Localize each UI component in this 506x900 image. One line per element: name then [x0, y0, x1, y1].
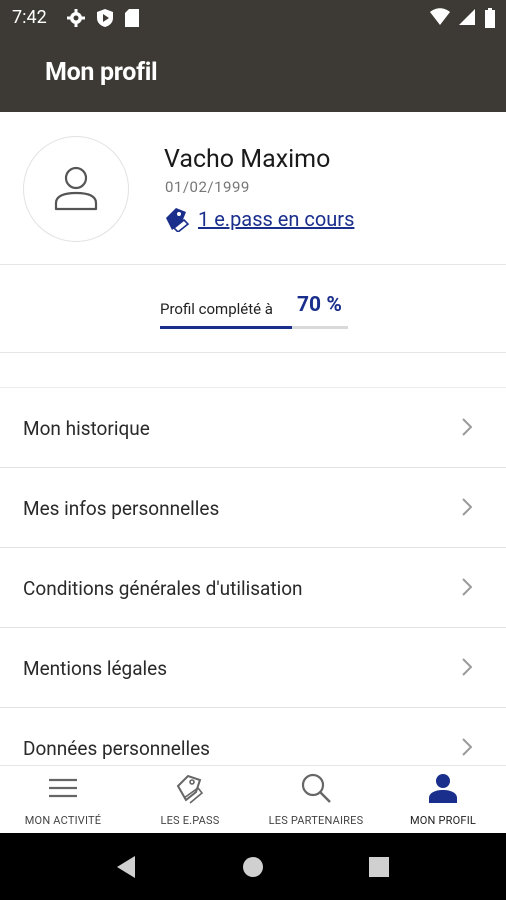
chevron-right-icon	[462, 658, 472, 676]
profile-birthdate: 01/02/1999	[165, 178, 250, 196]
chevron-right-icon	[462, 418, 472, 436]
sd-card-icon	[125, 9, 139, 27]
menu-item-label: Mes infos personnelles	[23, 497, 220, 520]
search-icon	[301, 773, 331, 803]
epass-link-label[interactable]: 1 e.pass en cours	[198, 207, 354, 231]
menu-item-mentions-legales[interactable]: Mentions légales	[0, 628, 506, 708]
back-icon[interactable]	[115, 855, 137, 879]
wifi-icon	[430, 8, 450, 25]
menu-item-label: Mon historique	[23, 417, 150, 440]
battery-icon	[485, 8, 495, 28]
section-divider	[0, 353, 506, 388]
person-icon	[429, 774, 457, 803]
menu-lines-icon	[49, 778, 77, 798]
signal-icon	[459, 9, 475, 25]
profile-header: Vacho Maximo 01/02/1999 1 e.pass en cour…	[0, 112, 506, 265]
menu-item-cgu[interactable]: Conditions générales d'utilisation	[0, 548, 506, 628]
nav-label: MON PROFIL	[409, 814, 477, 827]
menu-item-label: Données personnelles	[23, 737, 210, 760]
completion-progress-fill	[160, 326, 292, 329]
completion-progress-bar	[160, 326, 348, 329]
completion-label: Profil complété à	[160, 300, 273, 318]
chevron-right-icon	[462, 498, 472, 516]
home-icon[interactable]	[242, 856, 264, 878]
nav-label: MON ACTIVITÉ	[24, 814, 102, 827]
shield-play-icon	[97, 9, 113, 27]
status-bar: 7:42	[0, 0, 506, 36]
profile-name: Vacho Maximo	[164, 145, 331, 174]
settings-icon	[67, 9, 85, 27]
completion-value: 70 %	[297, 293, 342, 317]
nav-label: LES E.PASS	[160, 814, 220, 827]
epass-tag-icon	[166, 208, 190, 232]
profile-completion: Profil complété à 70 %	[0, 265, 506, 353]
app-bar: Mon profil	[0, 36, 506, 112]
nav-les-epass[interactable]: LES E.PASS	[127, 766, 253, 834]
recents-icon[interactable]	[369, 857, 389, 877]
chevron-right-icon	[462, 578, 472, 596]
menu-item-infos-personnelles[interactable]: Mes infos personnelles	[0, 468, 506, 548]
menu-item-label: Conditions générales d'utilisation	[23, 577, 303, 600]
nav-label: LES PARTENAIRES	[268, 814, 364, 827]
nav-mon-profil[interactable]: MON PROFIL	[380, 766, 506, 834]
menu-item-label: Mentions légales	[23, 657, 168, 680]
tag-icon	[176, 774, 204, 804]
bottom-navigation: MON ACTIVITÉ LES E.PASS LES PARTENAIRES	[0, 765, 506, 834]
epass-link[interactable]: 1 e.pass en cours	[164, 206, 354, 232]
nav-les-partenaires[interactable]: LES PARTENAIRES	[253, 766, 379, 834]
nav-mon-activite[interactable]: MON ACTIVITÉ	[0, 766, 126, 834]
person-outline-icon	[54, 166, 98, 211]
menu-item-historique[interactable]: Mon historique	[0, 388, 506, 468]
page-title: Mon profil	[45, 58, 158, 87]
avatar[interactable]	[23, 136, 129, 242]
chevron-right-icon	[462, 738, 472, 756]
profile-menu: Mon historique Mes infos personnelles Co…	[0, 388, 506, 788]
status-time: 7:42	[12, 7, 47, 28]
system-navigation-bar	[0, 833, 506, 900]
